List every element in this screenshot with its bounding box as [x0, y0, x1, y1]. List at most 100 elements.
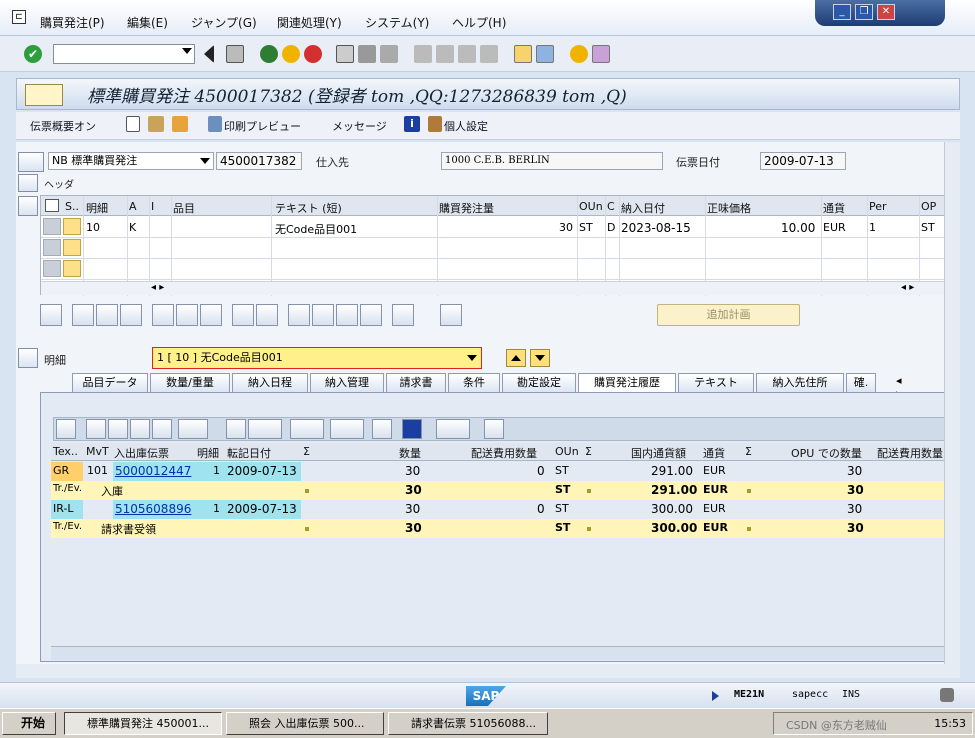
cancel-icon[interactable] [304, 45, 322, 63]
table-row[interactable] [41, 259, 946, 280]
deselect-icon[interactable] [120, 304, 142, 326]
column-header[interactable]: 納入日付 [621, 200, 665, 216]
sort-descending-icon[interactable] [312, 304, 334, 326]
tab-invoice[interactable]: 請求書 [386, 373, 446, 393]
status-icon[interactable] [63, 239, 81, 256]
display-change-icon[interactable] [148, 116, 164, 132]
command-field[interactable] [53, 44, 195, 64]
lock-icon[interactable] [176, 304, 198, 326]
filter-icon[interactable] [178, 419, 208, 439]
column-header[interactable]: OUn [555, 445, 579, 458]
column-header[interactable]: Σ [303, 445, 310, 458]
column-header[interactable]: 数量 [399, 445, 421, 461]
print-icon[interactable] [226, 419, 246, 439]
print-icon[interactable] [336, 45, 354, 63]
document-display-icon[interactable] [436, 419, 470, 439]
column-header[interactable]: Per [869, 200, 887, 213]
save-icon[interactable] [226, 45, 244, 63]
document-overview-button[interactable]: 伝票概要オン [30, 118, 96, 134]
shortcut-icon[interactable] [536, 45, 554, 63]
close-icon[interactable]: ✕ [877, 4, 895, 20]
layout-menu-icon[interactable] [592, 45, 610, 63]
column-header[interactable]: 国内通貨額 [631, 445, 686, 461]
column-header[interactable]: 明細 [197, 445, 219, 461]
column-header[interactable]: 配送費用数量 [471, 445, 537, 461]
taskbar-item[interactable]: 標準購買発注 450001... [64, 712, 222, 735]
chevron-down-icon[interactable] [200, 158, 210, 164]
previous-item-icon[interactable] [506, 349, 526, 367]
tab-quantity-weight[interactable]: 数量/重量 [150, 373, 230, 393]
last-page-icon[interactable] [480, 45, 498, 63]
item-selector[interactable]: 1 [ 10 ] 无Code品目001 [152, 347, 482, 369]
next-item-icon[interactable] [530, 349, 550, 367]
other-po-icon[interactable] [172, 116, 188, 132]
order-price-unit[interactable]: ST [921, 221, 935, 234]
enter-icon[interactable]: ✔ [24, 45, 42, 63]
sort-ascending-icon[interactable] [86, 419, 106, 439]
sort-descending-icon[interactable] [108, 419, 128, 439]
subtotal-row[interactable]: Tr./Ev. 請求書受領 30 ST 300.00 EUR 30 [51, 519, 946, 538]
next-page-icon[interactable] [458, 45, 476, 63]
new-session-icon[interactable] [514, 45, 532, 63]
column-header[interactable]: Tex.. [53, 445, 78, 458]
document-overview-icon[interactable] [25, 84, 63, 106]
tab-delivery-schedule[interactable]: 納入日程 [232, 373, 308, 393]
column-header[interactable]: C [607, 200, 615, 213]
doc-type-select[interactable]: NB 標準購買発注 [48, 152, 214, 170]
tab-material-data[interactable]: 品目データ [72, 373, 148, 393]
doc-date-field[interactable]: 2009-07-13 [760, 152, 846, 170]
layout-icon[interactable] [330, 419, 364, 439]
column-header[interactable]: 明細 [86, 200, 108, 216]
account-assignment[interactable]: K [129, 221, 136, 234]
header-toggle-icon[interactable] [18, 174, 38, 192]
table-row[interactable]: GR 101 5000012447 1 2009-07-13 30 0 ST 2… [51, 462, 946, 481]
personal-settings-button[interactable]: 個人設定 [444, 118, 488, 134]
row-selector[interactable] [43, 260, 61, 277]
vendor-field[interactable]: 1000 C.E.B. BERLIN [441, 152, 663, 170]
find-icon[interactable] [130, 419, 150, 439]
print-preview-button[interactable]: 印刷プレビュー [224, 118, 301, 134]
currency[interactable]: EUR [823, 221, 846, 234]
tab-po-history[interactable]: 購買発注履歴 [578, 373, 676, 394]
scroll-right-icon[interactable]: ◂ ▸ [901, 282, 914, 293]
unlock-icon[interactable] [200, 304, 222, 326]
document-icon[interactable] [392, 304, 414, 326]
table-row[interactable]: 10 K 无Code品目001 30 ST D 2023-08-15 10.00… [41, 217, 946, 238]
chevron-down-icon[interactable] [182, 48, 192, 54]
info-icon[interactable] [402, 419, 422, 439]
column-header[interactable]: 転記日付 [227, 445, 271, 461]
short-text[interactable]: 无Code品目001 [275, 221, 357, 237]
price-unit[interactable]: 1 [869, 221, 876, 234]
taskbar-item[interactable]: 請求書伝票 51056088... [388, 712, 548, 735]
taskbar-item[interactable]: 照会 入出庫伝票 500... [226, 712, 384, 735]
system-menu-icon[interactable]: ⊏ [12, 10, 26, 24]
status-icon[interactable] [63, 218, 81, 235]
select-block-icon[interactable] [96, 304, 118, 326]
column-header[interactable]: S.. [65, 200, 79, 213]
status-icon[interactable] [63, 260, 81, 277]
column-header[interactable]: 購買発注量 [439, 200, 494, 216]
chevron-down-icon[interactable] [467, 355, 477, 361]
net-price[interactable]: 10.00 [781, 221, 815, 235]
tab-account-assignment[interactable]: 勘定設定 [502, 373, 576, 393]
cart-icon[interactable] [18, 152, 44, 172]
menu-edit[interactable]: 編集(E) [127, 14, 168, 31]
history-horizontal-scrollbar[interactable] [51, 646, 946, 660]
menu-purchase-order[interactable]: 購買発注(P) [40, 14, 105, 31]
row-selector[interactable] [43, 239, 61, 256]
column-header[interactable]: OPU での数量 [791, 445, 862, 461]
menu-system[interactable]: システム(Y) [365, 14, 429, 31]
refresh-icon[interactable] [484, 419, 504, 439]
po-quantity[interactable]: 30 [559, 221, 573, 234]
grid-horizontal-scrollbar[interactable]: ◂ ▸ ◂ ▸ [41, 281, 946, 295]
export-icon[interactable] [290, 419, 324, 439]
column-header[interactable]: 通貨 [703, 445, 725, 461]
menu-help[interactable]: ヘルプ(H) [452, 14, 506, 31]
select-all-icon[interactable] [72, 304, 94, 326]
find-next-icon[interactable] [380, 45, 398, 63]
details-icon[interactable] [40, 304, 62, 326]
find-icon[interactable] [358, 45, 376, 63]
tab-confirmations[interactable]: 確. [846, 373, 876, 393]
new-document-icon[interactable] [126, 116, 140, 132]
copy-icon[interactable] [232, 304, 254, 326]
